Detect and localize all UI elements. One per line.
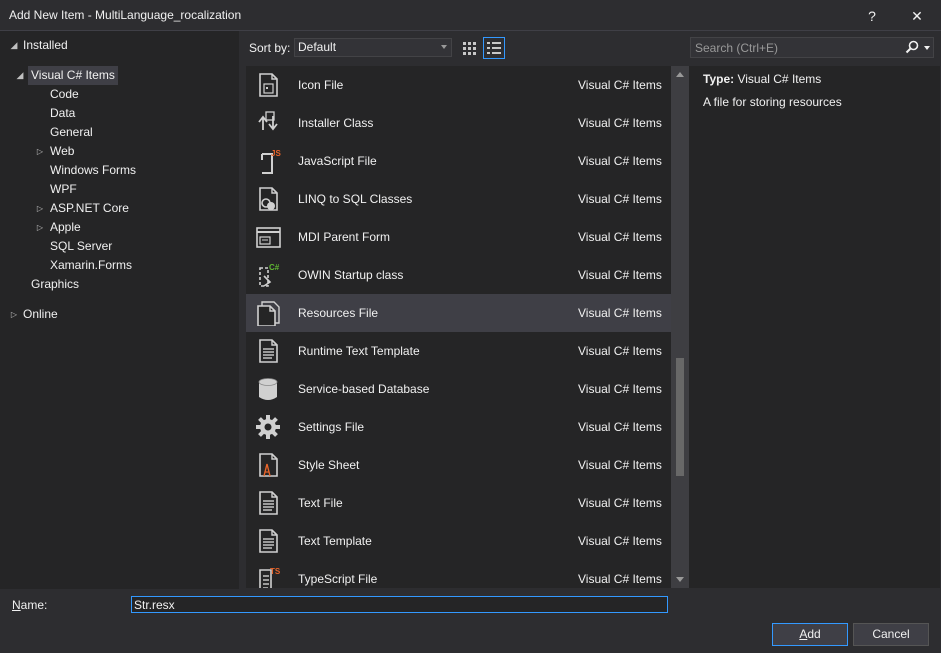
list-scrollbar[interactable] (671, 66, 689, 588)
expanded-arrow-icon[interactable]: ◢ (15, 66, 25, 85)
item-category: Visual C# Items (578, 268, 662, 282)
database-icon (254, 376, 282, 402)
installer-icon (254, 110, 282, 136)
item-row-text-file[interactable]: Text File Visual C# Items (246, 484, 671, 522)
item-row-icon-file[interactable]: Icon File Visual C# Items (246, 66, 671, 104)
resources-file-icon (254, 300, 282, 327)
expanded-arrow-icon[interactable]: ◢ (9, 36, 19, 55)
item-name: Installer Class (298, 116, 374, 130)
bottom-bar: Name: Add Cancel (0, 589, 941, 653)
sort-by-dropdown[interactable]: Default (294, 38, 452, 57)
linq-icon (254, 186, 282, 212)
medium-icons-view-button[interactable] (458, 37, 480, 59)
item-row-owin-startup-class[interactable]: C# OWIN Startup class Visual C# Items (246, 256, 671, 294)
item-name: Style Sheet (298, 458, 360, 472)
search-icon[interactable] (905, 40, 919, 54)
scroll-down-arrow-icon[interactable] (676, 577, 684, 582)
form-icon (254, 224, 282, 250)
list-view-icon (487, 42, 501, 54)
item-category: Visual C# Items (578, 382, 662, 396)
item-row-mdi-parent-form[interactable]: MDI Parent Form Visual C# Items (246, 218, 671, 256)
item-name: Service-based Database (298, 382, 430, 396)
template-list: Icon File Visual C# Items Installer Class V… (246, 66, 690, 588)
item-category: Visual C# Items (578, 154, 662, 168)
item-row-resources-file[interactable]: Resources File Visual C# Items (246, 294, 671, 332)
item-name: MDI Parent Form (298, 230, 391, 244)
gear-icon (254, 414, 282, 440)
svg-text:C#: C# (269, 263, 280, 272)
item-row-typescript-file[interactable]: TS TypeScript File Visual C# Items (246, 560, 671, 588)
item-category: Visual C# Items (578, 78, 662, 92)
item-category: Visual C# Items (578, 230, 662, 244)
type-value: Visual C# Items (737, 72, 822, 86)
item-name: Text Template (298, 534, 372, 548)
scroll-up-arrow-icon[interactable] (676, 72, 684, 77)
type-label: Type: (703, 72, 735, 86)
search-input[interactable] (691, 38, 901, 57)
item-name: Runtime Text Template (298, 344, 420, 358)
text-file-icon (254, 490, 282, 516)
item-category: Visual C# Items (578, 458, 662, 472)
cancel-button[interactable]: Cancel (853, 623, 929, 646)
item-name: JavaScript File (298, 154, 377, 168)
javascript-file-icon: JS (254, 148, 282, 174)
collapsed-arrow-icon[interactable]: ▷ (35, 199, 45, 218)
item-name: Text File (298, 496, 343, 510)
item-category: Visual C# Items (578, 192, 662, 206)
type-row: Type: Visual C# Items (703, 72, 821, 86)
item-row-style-sheet[interactable]: Style Sheet Visual C# Items (246, 446, 671, 484)
grid-view-icon (463, 42, 476, 55)
item-row-text-template[interactable]: Text Template Visual C# Items (246, 522, 671, 560)
item-description: A file for storing resources (703, 95, 842, 109)
toolbar: Sort by: Default (240, 33, 690, 63)
collapsed-arrow-icon[interactable]: ▷ (35, 218, 45, 237)
search-box[interactable] (690, 37, 934, 58)
template-tree: ◢ Installed ◢ Visual C# Items Code Data Ge… (0, 31, 239, 589)
help-button[interactable]: ? (862, 6, 882, 26)
item-category: Visual C# Items (578, 344, 662, 358)
owin-icon: C# (254, 262, 282, 288)
sort-by-label: Sort by: (249, 41, 291, 55)
scrollbar-thumb[interactable] (676, 358, 684, 476)
window-title: Add New Item - MultiLanguage_rocalizatio… (9, 8, 242, 22)
list-view-button[interactable] (483, 37, 505, 59)
add-button[interactable]: Add (772, 623, 848, 646)
item-row-linq-to-sql-classes[interactable]: LINQ to SQL Classes Visual C# Items (246, 180, 671, 218)
item-name: Icon File (298, 78, 344, 92)
item-name: TypeScript File (298, 572, 378, 586)
name-field[interactable] (131, 596, 668, 613)
details-pane: Type: Visual C# Items A file for storing… (690, 66, 940, 588)
item-name: LINQ to SQL Classes (298, 192, 413, 206)
item-name: Settings File (298, 420, 365, 434)
name-label: Name: (12, 598, 48, 612)
item-row-installer-class[interactable]: Installer Class Visual C# Items (246, 104, 671, 142)
collapsed-arrow-icon[interactable]: ▷ (35, 142, 45, 161)
item-category: Visual C# Items (578, 420, 662, 434)
collapsed-arrow-icon[interactable]: ▷ (9, 305, 19, 324)
title-bar: Add New Item - MultiLanguage_rocalizatio… (0, 0, 941, 31)
chevron-down-icon (441, 45, 447, 49)
text-template-icon (254, 528, 282, 554)
item-row-javascript-file[interactable]: JS JavaScript File Visual C# Items (246, 142, 671, 180)
item-name: Resources File (298, 306, 379, 320)
icon-file-icon (254, 72, 282, 98)
text-template-icon (254, 338, 282, 364)
typescript-file-icon: TS (254, 566, 282, 588)
item-name: OWIN Startup class (298, 268, 404, 282)
svg-text:TS: TS (270, 567, 281, 576)
svg-text:JS: JS (271, 149, 281, 158)
close-button[interactable]: ✕ (907, 6, 927, 26)
item-category: Visual C# Items (578, 306, 662, 320)
item-row-settings-file[interactable]: Settings File Visual C# Items (246, 408, 671, 446)
item-category: Visual C# Items (578, 572, 662, 586)
item-row-service-based-database[interactable]: Service-based Database Visual C# Items (246, 370, 671, 408)
item-category: Visual C# Items (578, 116, 662, 130)
stylesheet-icon (254, 452, 282, 478)
item-row-runtime-text-template[interactable]: Runtime Text Template Visual C# Items (246, 332, 671, 370)
item-category: Visual C# Items (578, 496, 662, 510)
item-category: Visual C# Items (578, 534, 662, 548)
search-options-dropdown-icon[interactable] (924, 46, 930, 50)
